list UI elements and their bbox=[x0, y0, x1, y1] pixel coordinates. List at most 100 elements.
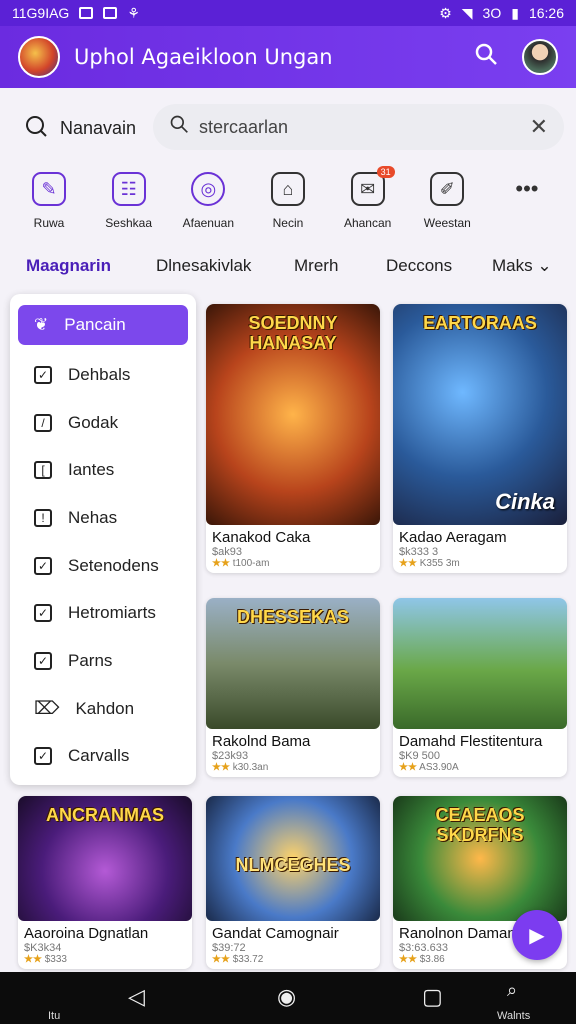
checkbox-icon: ✓ bbox=[34, 604, 52, 623]
game-banner-text: EARTORAAS bbox=[423, 313, 537, 333]
game-art-label: Cinka bbox=[495, 489, 555, 514]
dropdown-item[interactable]: / Godak bbox=[18, 399, 188, 447]
status-bar: 11G9IAG ⚘ ⚙ ◥ 3O ▮ 16:26 bbox=[0, 0, 576, 26]
app-logo-icon bbox=[18, 36, 60, 78]
house-icon: ⌂ bbox=[270, 172, 305, 206]
checkbox-icon: [ bbox=[34, 461, 52, 480]
dropdown-item-label: Iantes bbox=[68, 460, 115, 480]
home-icon[interactable]: ◉ bbox=[277, 984, 296, 1010]
checkbox-icon: ! bbox=[34, 508, 52, 527]
tab-maks[interactable]: Maks ⌄ bbox=[492, 256, 552, 276]
game-thumbnail: CEAEAOS SKDRFNS bbox=[393, 796, 567, 921]
dropdown-item[interactable]: ✓ Setenodens bbox=[18, 542, 188, 590]
game-banner-text: CEAEAOS SKDRFNS bbox=[435, 805, 525, 845]
game-thumbnail bbox=[393, 598, 567, 729]
checkbox-icon: ✓ bbox=[34, 365, 52, 384]
quick-action-label: Necin bbox=[272, 216, 304, 230]
notification-icon bbox=[79, 7, 94, 19]
quick-action-label: Afaenuan bbox=[182, 216, 234, 230]
quick-action-necin[interactable]: ⌂ Necin bbox=[249, 172, 327, 230]
flower-icon: ⚘ bbox=[127, 4, 140, 21]
dropdown-item-label: Carvalls bbox=[68, 746, 130, 766]
chevron-down-icon: ⌄ bbox=[537, 256, 552, 275]
game-card[interactable]: SOEDNNY HANASAY Kanakod Caka $ak93 ★★ t1… bbox=[206, 304, 380, 573]
recents-icon[interactable]: ▢ bbox=[422, 984, 443, 1010]
quick-action-label: Ahancan bbox=[343, 216, 392, 230]
checkbox-icon: ✓ bbox=[34, 651, 52, 670]
quick-action-ruwa[interactable]: ✎ Ruwa bbox=[10, 172, 88, 230]
close-icon[interactable]: ✕ bbox=[530, 114, 548, 140]
back-icon[interactable]: ◁ bbox=[128, 984, 145, 1010]
notification-badge: 31 bbox=[376, 166, 395, 178]
game-price: $K3k34 bbox=[24, 942, 62, 954]
tab-dlnesakivlak[interactable]: Dlnesakivlak bbox=[156, 256, 251, 276]
gamepad-icon: ✎ bbox=[32, 172, 66, 206]
dropdown-item[interactable]: ⌦ Kahdon bbox=[18, 685, 188, 733]
quick-action-seshkaa[interactable]: ☷ Seshkaa bbox=[90, 172, 168, 230]
game-card[interactable]: ANCRANMAS Aaoroina Dgnatlan $K3k34 ★★ $3… bbox=[18, 796, 192, 969]
tab-maagnarin[interactable]: Maagnarin bbox=[26, 256, 111, 276]
system-nav-bar: Itu ◁ ◉ ▢ ⌕ Walnts bbox=[0, 972, 576, 1024]
play-button[interactable]: ▶ bbox=[512, 910, 562, 960]
game-card[interactable]: NLMCEGHES Gandat Camognair $39:72 ★★ $33… bbox=[206, 796, 380, 969]
dropdown-item-label: Setenodens bbox=[68, 555, 159, 575]
search-icon[interactable]: ⌕ bbox=[507, 980, 517, 1001]
dropdown-item[interactable]: ✓ Carvalls bbox=[18, 733, 188, 781]
game-card[interactable]: Damahd Flestitentura $K9 500 ★★ AS3.90A bbox=[393, 598, 567, 777]
dropdown-item-label: Godak bbox=[68, 412, 119, 432]
dropdown-item[interactable]: ✓ Hetromiarts bbox=[18, 589, 188, 637]
quick-action-ahancan[interactable]: ✉ 31 Ahancan bbox=[329, 166, 407, 230]
dropdown-item[interactable]: ✓ Dehbals bbox=[18, 351, 188, 399]
quick-action-label: Ruwa bbox=[33, 216, 65, 230]
game-card[interactable]: DHESSEKAS Rakolnd Bama $23k93 ★★ k30.3an bbox=[206, 598, 380, 777]
search-label-group[interactable]: Nanavain bbox=[24, 114, 136, 143]
category-dropdown: ❦ Pancain ✓ Dehbals / Godak [ Iantes ! Nehas… bbox=[10, 294, 196, 785]
game-banner-text: NLMCEGHES bbox=[235, 855, 351, 875]
search-row: Nanavain stercaarlan ✕ bbox=[0, 100, 576, 156]
game-rating: ★★ $33.72 bbox=[212, 954, 264, 965]
dropdown-item[interactable]: ! Nehas bbox=[18, 494, 188, 542]
game-rating: ★★ k30.3an bbox=[212, 762, 269, 773]
app-title: Uphol Agaeikloon Ungan bbox=[74, 45, 333, 69]
dropdown-item-label: Dehbals bbox=[68, 364, 131, 384]
quick-action-weestan[interactable]: ✐ Weestan bbox=[408, 172, 486, 230]
more-button[interactable]: ••• bbox=[488, 172, 566, 230]
dropdown-item[interactable]: [ Iantes bbox=[18, 446, 188, 494]
tab-mrerh[interactable]: Mrerh bbox=[294, 256, 338, 276]
search-input[interactable]: stercaarlan ✕ bbox=[153, 104, 564, 150]
dropdown-item-selected[interactable]: ❦ Pancain bbox=[18, 305, 188, 345]
search-icon[interactable] bbox=[474, 42, 498, 73]
status-right-text: 3O bbox=[482, 5, 502, 21]
app-bar: Uphol Agaeikloon Ungan bbox=[0, 26, 576, 88]
dropdown-item[interactable]: ✓ Parns bbox=[18, 637, 188, 685]
game-thumbnail: EARTORAAS Cinka bbox=[393, 304, 567, 525]
search-icon bbox=[169, 114, 189, 140]
dropdown-item-label: Kahdon bbox=[75, 698, 135, 718]
game-rating: ★★ AS3.90A bbox=[399, 762, 459, 773]
avatar[interactable] bbox=[522, 39, 558, 75]
message-icon: ✉ 31 bbox=[350, 166, 395, 206]
game-thumbnail: NLMCEGHES bbox=[206, 796, 380, 921]
nav-caption: Walnts bbox=[497, 1010, 531, 1022]
dropdown-item-label: Pancain bbox=[64, 315, 126, 334]
game-title: Damahd Flestitentura bbox=[399, 733, 543, 750]
quick-action-label: Seshkaa bbox=[105, 216, 152, 230]
dropdown-item-label: Nehas bbox=[68, 507, 118, 527]
game-banner-text: DHESSEKAS bbox=[236, 607, 350, 627]
wifi-icon: ◥ bbox=[461, 4, 473, 21]
game-price: $23k93 bbox=[212, 750, 249, 762]
game-price: $ak93 bbox=[212, 546, 242, 558]
nav-caption: Itu bbox=[48, 1010, 61, 1022]
game-thumbnail: DHESSEKAS bbox=[206, 598, 380, 729]
chat-icon bbox=[24, 114, 48, 143]
game-card[interactable]: EARTORAAS Cinka Kadao Aeragam $k333 3 ★★… bbox=[393, 304, 567, 573]
game-title: Aaoroina Dgnatlan bbox=[24, 925, 149, 942]
tab-deccons[interactable]: Deccons bbox=[386, 256, 452, 276]
pencil-icon: ✐ bbox=[430, 172, 465, 206]
dropdown-item-label: Hetromiarts bbox=[68, 603, 156, 623]
checkbox-icon: ✓ bbox=[34, 556, 52, 575]
quick-action-afaenuan[interactable]: ◎ Afaenuan bbox=[169, 172, 247, 230]
notification-icon bbox=[103, 7, 118, 19]
game-banner-text: SOEDNNY HANASAY bbox=[248, 313, 338, 353]
more-icon: ••• bbox=[515, 176, 539, 201]
